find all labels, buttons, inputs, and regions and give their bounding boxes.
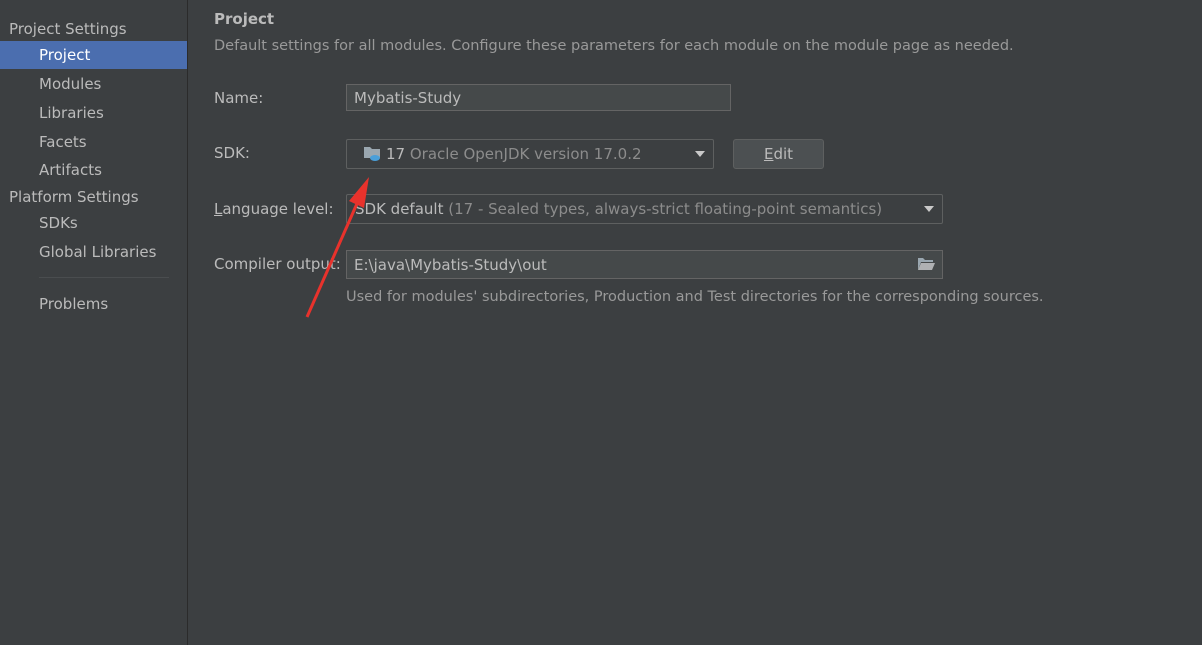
name-label: Name:: [214, 89, 264, 107]
sidebar-item-label: Libraries: [39, 104, 104, 122]
sdk-folder-icon: [363, 143, 383, 171]
dropdown-arrow-icon: [924, 206, 934, 212]
sidebar-item-problems[interactable]: Problems: [0, 290, 187, 318]
compiler-output-field[interactable]: [346, 250, 943, 279]
sidebar-item-artifacts[interactable]: Artifacts: [0, 156, 187, 184]
browse-folder-icon[interactable]: [917, 256, 936, 276]
sidebar-item-project[interactable]: Project: [0, 41, 187, 69]
language-level-value: SDK default: [355, 200, 444, 218]
compiler-output-field-wrapper: [346, 250, 943, 279]
settings-sidebar: Project Settings Project Modules Librari…: [0, 0, 188, 645]
compiler-output-label: Compiler output:: [214, 255, 341, 273]
sidebar-item-label: SDKs: [39, 214, 78, 232]
language-level-dropdown[interactable]: SDK default (17 - Sealed types, always-s…: [346, 194, 943, 224]
sidebar-divider: [39, 277, 169, 278]
page-title: Project: [214, 10, 275, 28]
page-description: Default settings for all modules. Config…: [214, 38, 1014, 54]
name-field[interactable]: [346, 84, 731, 111]
edit-sdk-button[interactable]: Edit: [733, 139, 824, 169]
project-settings-panel: Project Default settings for all modules…: [188, 0, 1202, 645]
sidebar-item-facets[interactable]: Facets: [0, 128, 187, 156]
sidebar-item-label: Modules: [39, 75, 102, 93]
platform-settings-header: Platform Settings: [9, 188, 139, 206]
sidebar-item-modules[interactable]: Modules: [0, 70, 187, 98]
sidebar-item-label: Artifacts: [39, 161, 102, 179]
edit-label-rest: dit: [773, 145, 794, 163]
sdk-label: SDK:: [214, 144, 250, 162]
compiler-output-hint: Used for modules' subdirectories, Produc…: [346, 289, 1044, 305]
project-settings-header: Project Settings: [9, 20, 127, 38]
sdk-version: 17: [386, 145, 406, 163]
sidebar-item-libraries[interactable]: Libraries: [0, 99, 187, 127]
sidebar-item-global-libraries[interactable]: Global Libraries: [0, 238, 187, 266]
sidebar-item-label: Facets: [39, 133, 87, 151]
sidebar-item-label: Global Libraries: [39, 243, 157, 261]
sdk-detail: Oracle OpenJDK version 17.0.2: [409, 145, 642, 163]
sidebar-item-label: Project: [39, 46, 91, 64]
sidebar-item-sdks[interactable]: SDKs: [0, 209, 187, 237]
language-level-detail: (17 - Sealed types, always-strict floati…: [448, 200, 883, 218]
sdk-dropdown[interactable]: 17 Oracle OpenJDK version 17.0.2: [346, 139, 714, 169]
sidebar-item-label: Problems: [39, 295, 109, 313]
dropdown-arrow-icon: [695, 151, 705, 157]
language-level-label: Language level:: [214, 200, 334, 218]
